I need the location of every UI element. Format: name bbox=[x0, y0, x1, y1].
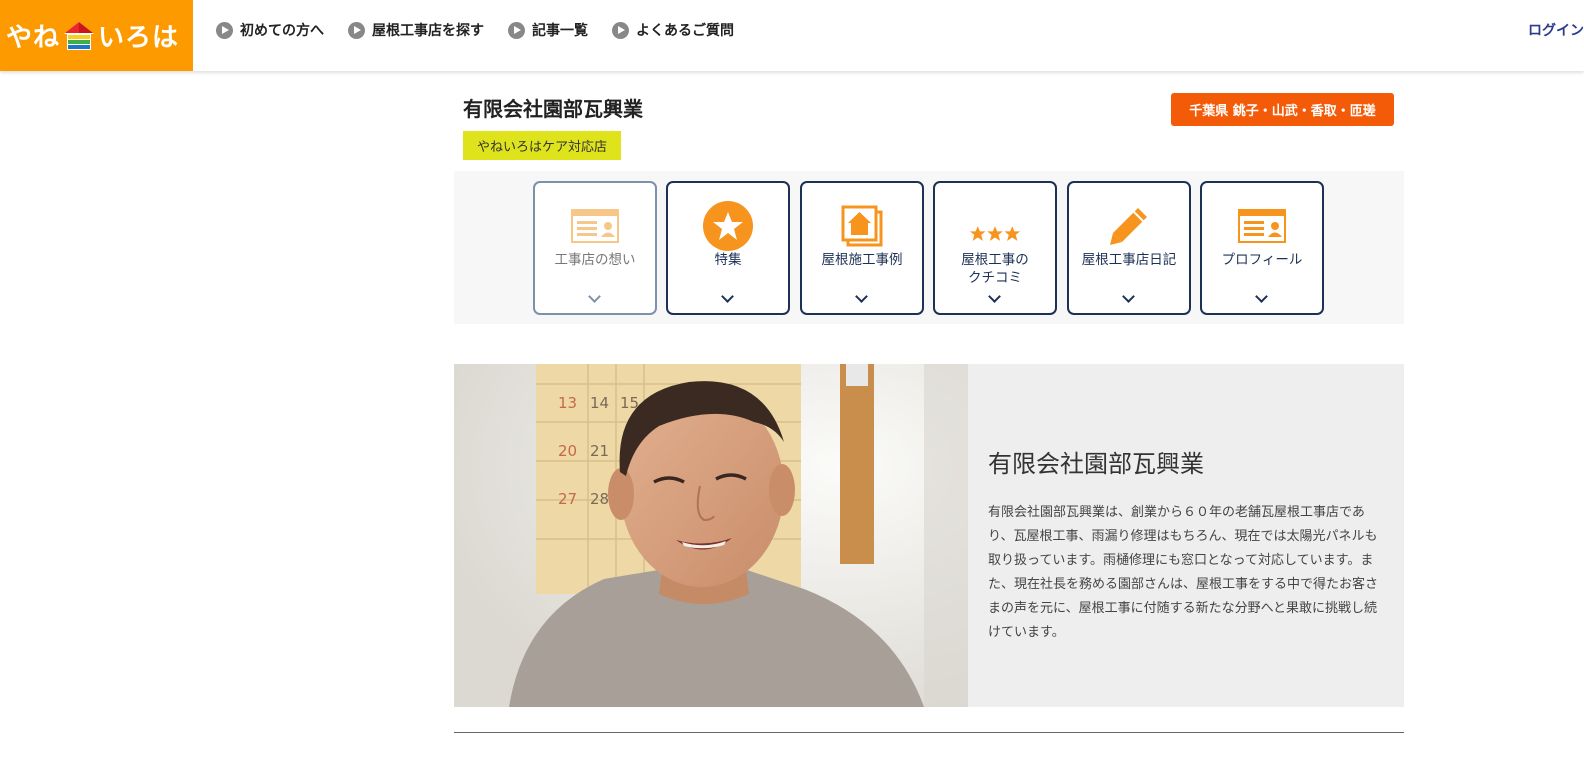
nav-label: 初めての方へ bbox=[240, 23, 324, 39]
logo-text-left: やね bbox=[6, 23, 61, 53]
profile-card-icon bbox=[1237, 201, 1287, 251]
owner-photo: 13 14 15 20 21 27 28 bbox=[454, 364, 968, 707]
tab-feature[interactable]: 特集 bbox=[666, 181, 790, 315]
calendar-number: 21 bbox=[590, 442, 609, 460]
tab-label: プロフィール bbox=[1221, 252, 1303, 268]
play-circle-icon bbox=[348, 21, 365, 39]
section-divider bbox=[454, 732, 1404, 733]
tab-shop-thoughts[interactable]: 工事店の想い bbox=[533, 181, 657, 315]
tab-label: 屋根工事の クチコミ bbox=[935, 251, 1055, 287]
profile-card-icon bbox=[570, 201, 620, 251]
calendar-number: 14 bbox=[590, 394, 609, 412]
nav-first-time[interactable]: 初めての方へ bbox=[216, 20, 324, 40]
nav-label: 記事一覧 bbox=[532, 23, 588, 39]
main-nav: 初めての方へ 屋根工事店を探す 記事一覧 よくあるご質問 bbox=[216, 20, 758, 40]
tab-label: 屋根工事店日記 bbox=[1081, 252, 1177, 268]
nav-label: 屋根工事店を探す bbox=[372, 23, 484, 39]
nav-articles[interactable]: 記事一覧 bbox=[508, 20, 588, 40]
login-link[interactable]: ログイン bbox=[1528, 20, 1584, 40]
pencil-icon bbox=[1104, 201, 1154, 251]
intro-shop-name: 有限会社園部瓦興業 bbox=[988, 450, 1204, 478]
tab-label: 屋根施工事例 bbox=[821, 252, 903, 268]
care-badge: やねいろはケア対応店 bbox=[463, 131, 621, 160]
tab-construction-cases[interactable]: 屋根施工事例 bbox=[800, 181, 924, 315]
nav-find-shop[interactable]: 屋根工事店を探す bbox=[348, 20, 484, 40]
chevron-down-icon bbox=[721, 290, 734, 303]
calendar-number: 27 bbox=[558, 490, 577, 508]
tab-shop-diary[interactable]: 屋根工事店日記 bbox=[1067, 181, 1191, 315]
star-icon bbox=[703, 201, 753, 251]
house-logo-icon bbox=[62, 20, 96, 52]
calendar-number: 20 bbox=[558, 442, 577, 460]
shop-title: 有限会社園部瓦興業 bbox=[463, 97, 643, 121]
tab-profile[interactable]: プロフィール bbox=[1200, 181, 1324, 315]
chevron-down-icon bbox=[988, 290, 1001, 303]
three-stars-icon bbox=[970, 201, 1020, 251]
nav-label: よくあるご質問 bbox=[636, 23, 734, 39]
play-circle-icon bbox=[508, 21, 525, 39]
intro-description: 有限会社園部瓦興業は、創業から６０年の老舗瓦屋根工事店であり、瓦屋根工事、雨漏り… bbox=[988, 505, 1379, 640]
chevron-down-icon bbox=[1122, 290, 1135, 303]
chevron-down-icon bbox=[588, 290, 601, 303]
tab-label: 工事店の想い bbox=[554, 252, 636, 268]
site-header: やね いろは 初めての方へ 屋根工事店を探す 記事一覧 よくあるご質問 ログイン bbox=[0, 0, 1584, 71]
site-logo[interactable]: やね いろは bbox=[0, 0, 193, 71]
shop-tab-panel: 工事店の想い 特集 屋根施工事例 屋根工事の クチコミ 屋根工事店日記 プロフィ… bbox=[454, 171, 1404, 324]
play-circle-icon bbox=[216, 21, 233, 39]
play-circle-icon bbox=[612, 21, 629, 39]
nav-faq[interactable]: よくあるご質問 bbox=[612, 20, 734, 40]
shop-intro-panel: 有限会社園部瓦興業 有限会社園部瓦興業は、創業から６０年の老舗瓦屋根工事店であり… bbox=[968, 364, 1404, 707]
tab-label: 特集 bbox=[714, 252, 742, 268]
tab-reviews[interactable]: 屋根工事の クチコミ bbox=[933, 181, 1057, 315]
logo-text-right: いろは bbox=[98, 23, 180, 53]
tab-label-line2: クチコミ bbox=[968, 270, 1022, 286]
calendar-number: 28 bbox=[590, 490, 609, 508]
house-gallery-icon bbox=[837, 201, 887, 251]
chevron-down-icon bbox=[855, 290, 868, 303]
area-button[interactable]: 千葉県 銚子・山武・香取・匝瑳 bbox=[1171, 93, 1394, 126]
chevron-down-icon bbox=[1255, 290, 1268, 303]
calendar-number: 13 bbox=[558, 394, 577, 412]
tab-label-line1: 屋根工事の bbox=[961, 252, 1029, 268]
